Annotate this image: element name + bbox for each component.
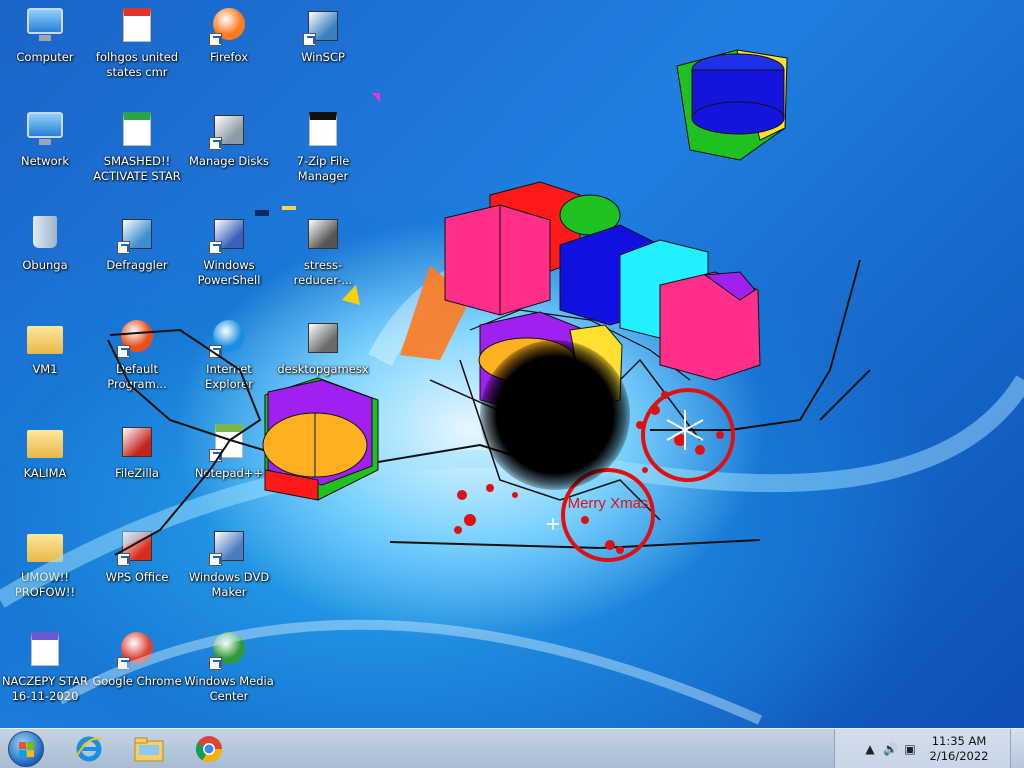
taskbar-chrome-button[interactable] bbox=[182, 731, 236, 767]
stamp-text: Merry Xmas bbox=[568, 495, 649, 512]
gift-box-topright bbox=[676, 49, 788, 161]
snowflake-icon bbox=[547, 518, 559, 530]
chrome-icon bbox=[195, 736, 223, 763]
debris-mark bbox=[282, 206, 296, 210]
debris-mark bbox=[372, 93, 380, 102]
network-icon[interactable]: ▣ bbox=[903, 742, 917, 756]
start-button[interactable] bbox=[8, 731, 44, 767]
desktop[interactable]: Computer folhgos united states cmr Firefox… bbox=[0, 0, 1024, 728]
volume-icon[interactable]: 🔊 bbox=[883, 742, 898, 756]
black-ink-blob bbox=[480, 340, 630, 490]
scribble-line bbox=[819, 369, 871, 421]
taskbar-file-explorer-button[interactable] bbox=[122, 731, 176, 767]
debris-mark bbox=[342, 285, 360, 305]
clock-date: 2/16/2022 bbox=[929, 749, 989, 763]
system-clock[interactable]: 11:35 AM 2/16/2022 bbox=[924, 734, 994, 764]
notification-area: ▲ 🔊 ▣ 11:35 AM 2/16/2022 bbox=[834, 729, 1024, 768]
clock-time: 11:35 AM bbox=[931, 734, 987, 748]
windows-logo-icon bbox=[19, 742, 35, 758]
taskbar: ▲ 🔊 ▣ 11:35 AM 2/16/2022 bbox=[0, 728, 1024, 768]
internet-explorer-icon bbox=[76, 736, 103, 762]
taskbar-internet-explorer-button[interactable] bbox=[62, 731, 116, 767]
show-hidden-icons-icon[interactable]: ▲ bbox=[863, 742, 877, 756]
gift-box-left bbox=[262, 377, 379, 501]
file-explorer-icon bbox=[134, 737, 164, 762]
wallpaper-swirl bbox=[57, 619, 763, 725]
show-desktop-button[interactable] bbox=[1010, 729, 1024, 768]
debris-mark bbox=[255, 210, 269, 216]
